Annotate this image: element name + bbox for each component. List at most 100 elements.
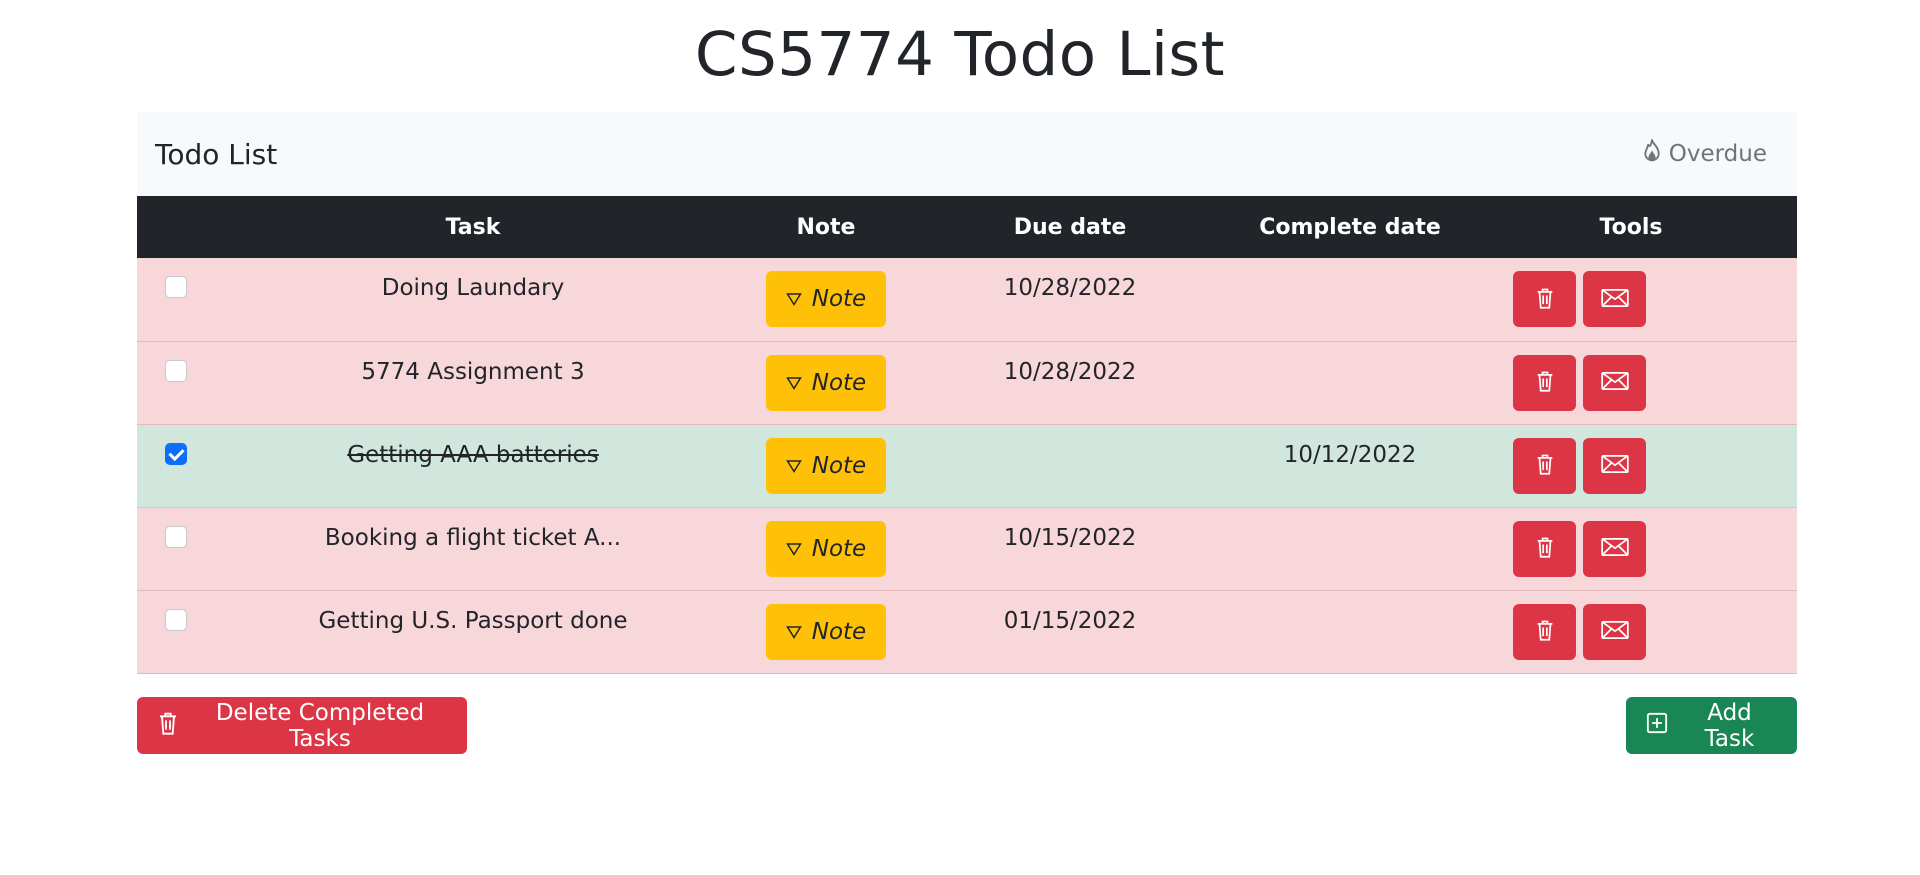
complete-date xyxy=(1235,508,1465,525)
col-header-complete-date: Complete date xyxy=(1259,214,1441,240)
note-label: Note xyxy=(811,452,867,479)
complete-date: 10/12/2022 xyxy=(1283,441,1417,468)
complete-date-cell xyxy=(1235,507,1465,590)
checkbox-cell xyxy=(137,341,199,424)
add-task-button[interactable]: Add Task xyxy=(1626,697,1797,754)
table-row: 5774 Assignment 3 Note 10/28/2022 xyxy=(137,341,1797,424)
due-date: 10/15/2022 xyxy=(1003,524,1137,551)
tools-cell xyxy=(1465,507,1797,590)
delete-task-button[interactable] xyxy=(1513,437,1576,494)
tools-group xyxy=(1465,258,1797,327)
envelope-icon xyxy=(1600,288,1629,311)
delete-task-button[interactable] xyxy=(1513,354,1576,411)
tools-group xyxy=(1465,342,1797,411)
task-checkbox[interactable] xyxy=(165,276,187,298)
due-date-cell xyxy=(905,424,1235,507)
tools-group xyxy=(1465,425,1797,494)
checkbox-cell xyxy=(137,258,199,341)
note-button[interactable]: Note xyxy=(766,271,886,327)
task-checkbox[interactable] xyxy=(165,442,187,465)
note-button[interactable]: Note xyxy=(766,354,886,411)
task-cell: Getting AAA batteries xyxy=(199,424,747,507)
table-row: Booking a flight ticket A... Note 10/15/20… xyxy=(137,507,1797,590)
note-cell: Note xyxy=(747,258,905,341)
complete-date-cell xyxy=(1235,590,1465,673)
delete-task-button[interactable] xyxy=(1513,271,1576,327)
trash-icon xyxy=(1534,287,1556,312)
tools-cell xyxy=(1465,424,1797,507)
triangle-down-icon xyxy=(785,286,802,312)
card-header: Todo List Overdue xyxy=(137,112,1797,196)
table-row: Getting AAA batteries Note 10/12/2022 xyxy=(137,424,1797,507)
note-cell: Note xyxy=(747,424,905,507)
note-button[interactable]: Note xyxy=(766,437,886,494)
col-header-tools: Tools xyxy=(1599,214,1663,240)
due-date xyxy=(905,425,1235,442)
overdue-legend: Overdue xyxy=(1641,136,1767,169)
task-name: Getting U.S. Passport done xyxy=(318,607,628,634)
email-task-button[interactable] xyxy=(1583,354,1646,411)
add-task-label: Add Task xyxy=(1704,699,1755,752)
col-header-checkbox xyxy=(137,196,199,258)
note-label: Note xyxy=(811,369,867,396)
complete-date-cell: 10/12/2022 xyxy=(1235,424,1465,507)
trash-icon xyxy=(1534,370,1556,395)
triangle-down-icon xyxy=(785,453,802,479)
note-label: Note xyxy=(811,535,867,562)
task-checkbox[interactable] xyxy=(165,359,187,382)
due-date: 10/28/2022 xyxy=(1003,358,1137,385)
email-task-button[interactable] xyxy=(1583,437,1646,494)
due-date: 10/28/2022 xyxy=(1003,275,1137,301)
table-row: Getting U.S. Passport done Note 01/15/2022 xyxy=(137,590,1797,673)
card-heading: Todo List xyxy=(155,137,278,171)
checkbox-cell xyxy=(137,424,199,507)
due-date-cell: 10/28/2022 xyxy=(905,341,1235,424)
note-cell: Note xyxy=(747,590,905,673)
email-task-button[interactable] xyxy=(1583,520,1646,577)
tools-group xyxy=(1465,508,1797,577)
note-label: Note xyxy=(811,618,867,645)
envelope-icon xyxy=(1600,454,1629,477)
complete-date-cell xyxy=(1235,341,1465,424)
due-date: 01/15/2022 xyxy=(1003,607,1137,634)
task-cell: Doing Laundary xyxy=(199,258,747,341)
envelope-icon xyxy=(1600,620,1629,643)
tools-cell xyxy=(1465,258,1797,341)
email-task-button[interactable] xyxy=(1583,271,1646,327)
complete-date xyxy=(1235,258,1465,275)
envelope-icon xyxy=(1600,371,1629,394)
due-date-cell: 10/15/2022 xyxy=(905,507,1235,590)
trash-icon xyxy=(1534,536,1556,561)
task-cell: Booking a flight ticket A... xyxy=(199,507,747,590)
delete-task-button[interactable] xyxy=(1513,520,1576,577)
col-header-note: Note xyxy=(796,214,856,240)
task-checkbox[interactable] xyxy=(165,608,187,631)
triangle-down-icon xyxy=(785,370,802,396)
note-cell: Note xyxy=(747,507,905,590)
trash-icon xyxy=(1534,453,1556,478)
plus-square-icon xyxy=(1646,711,1668,741)
note-button[interactable]: Note xyxy=(766,603,886,660)
checkbox-cell xyxy=(137,590,199,673)
task-checkbox[interactable] xyxy=(165,525,187,548)
trash-icon xyxy=(1534,619,1556,644)
note-button[interactable]: Note xyxy=(766,520,886,577)
task-cell: 5774 Assignment 3 xyxy=(199,341,747,424)
triangle-down-icon xyxy=(785,619,802,645)
task-cell: Getting U.S. Passport done xyxy=(199,590,747,673)
col-header-due-date: Due date xyxy=(1013,214,1127,240)
task-name: Booking a flight ticket A... xyxy=(324,524,622,551)
table-header-row: Task Note Due date Complete date Tools xyxy=(137,196,1797,258)
trash-icon xyxy=(157,711,179,741)
due-date-cell: 10/28/2022 xyxy=(905,258,1235,341)
due-date-cell: 01/15/2022 xyxy=(905,590,1235,673)
triangle-down-icon xyxy=(785,536,802,562)
task-name: Getting AAA batteries xyxy=(347,441,599,468)
overdue-label: Overdue xyxy=(1668,141,1767,167)
note-label: Note xyxy=(811,286,867,312)
task-name: 5774 Assignment 3 xyxy=(361,358,585,385)
delete-task-button[interactable] xyxy=(1513,603,1576,660)
delete-completed-button[interactable]: Delete Completed Tasks xyxy=(137,697,467,754)
complete-date xyxy=(1235,591,1465,608)
email-task-button[interactable] xyxy=(1583,603,1646,660)
